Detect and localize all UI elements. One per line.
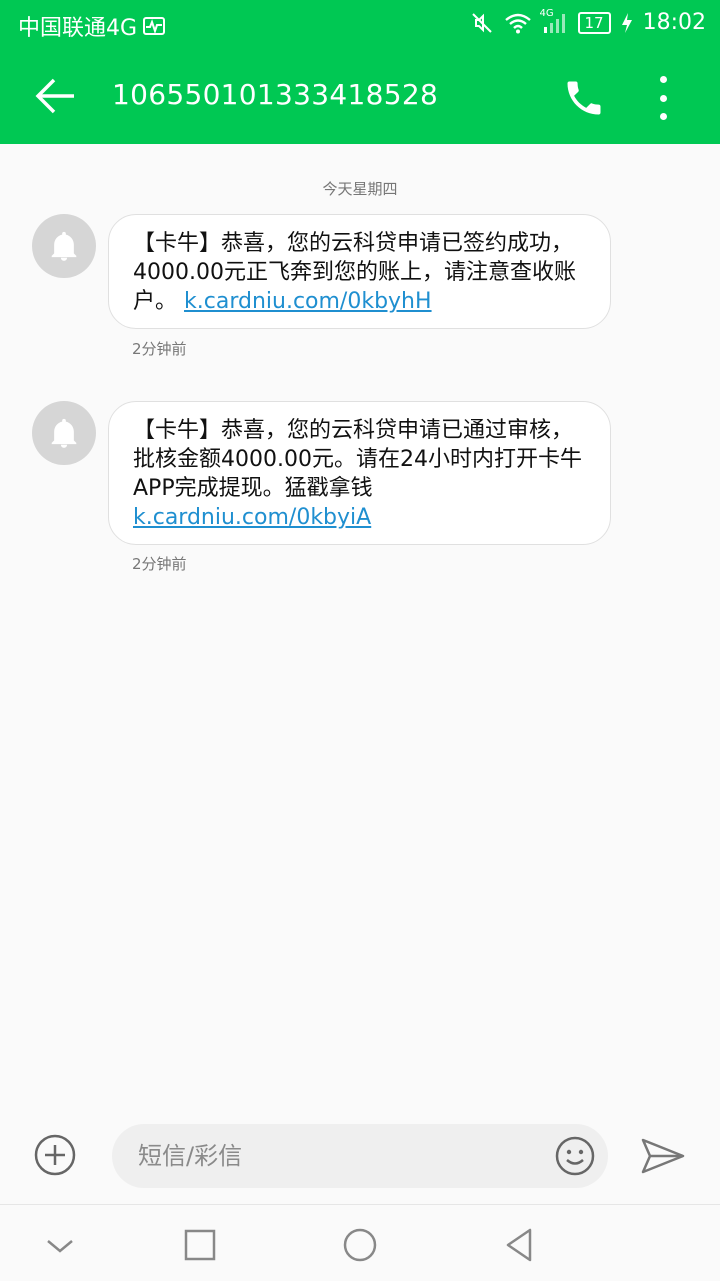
wifi-icon (504, 13, 531, 33)
message-bubble[interactable]: 【卡牛】恭喜，您的云科贷申请已通过审核，批核金额4000.00元。请在24小时内… (108, 401, 611, 545)
charging-icon (621, 12, 632, 33)
message-link[interactable]: k.cardniu.com/0kbyiA (133, 505, 371, 530)
call-button[interactable] (562, 76, 606, 120)
message-timestamp: 2分钟前 (132, 340, 187, 358)
bell-icon (51, 418, 77, 448)
activity-icon (143, 17, 166, 35)
status-bar: 中国联通4G 4G 17 18:02 (0, 0, 720, 48)
square-icon (184, 1229, 216, 1261)
contact-number: 106550101333418528 (112, 78, 438, 111)
battery-indicator: 17 (577, 11, 611, 34)
date-separator: 今天星期四 (322, 180, 398, 198)
compose-bar (0, 1118, 720, 1202)
emoji-button[interactable] (554, 1135, 596, 1177)
chevron-down-icon (47, 1240, 73, 1253)
clock: 18:02 (642, 10, 706, 35)
add-attachment-button[interactable] (34, 1134, 76, 1176)
arrow-left-icon (35, 78, 74, 114)
message-bubble[interactable]: 【卡牛】恭喜，您的云科贷申请已签约成功，4000.00元正飞奔到您的账上，请注意… (108, 214, 611, 329)
back-button[interactable] (34, 76, 78, 116)
network-type-label: 4G (539, 7, 554, 19)
nav-home-button[interactable] (340, 1225, 380, 1265)
navigation-bar (0, 1204, 720, 1281)
phone-icon (567, 81, 601, 115)
message-input-container (112, 1124, 608, 1188)
bell-icon (51, 231, 77, 261)
circle-icon (343, 1228, 377, 1262)
app-bar: 106550101333418528 (0, 48, 720, 144)
nav-hide-button[interactable] (40, 1225, 80, 1265)
more-vert-icon (659, 76, 667, 83)
more-vert-icon-dot (659, 94, 667, 102)
message-input[interactable] (136, 1141, 540, 1171)
send-button[interactable] (640, 1136, 686, 1176)
more-options-button[interactable] (650, 76, 676, 120)
sender-avatar[interactable] (32, 401, 96, 465)
message-text: 【卡牛】恭喜，您的云科贷申请已通过审核，批核金额4000.00元。请在24小时内… (133, 418, 582, 501)
nav-back-button[interactable] (500, 1225, 540, 1265)
nav-recents-button[interactable] (180, 1225, 220, 1265)
carrier-label: 中国联通4G (18, 16, 138, 41)
triangle-back-icon (506, 1228, 532, 1262)
mute-icon (471, 12, 492, 33)
message-timestamp: 2分钟前 (132, 555, 187, 573)
plus-circle-icon (34, 1134, 76, 1176)
sender-avatar[interactable] (32, 214, 96, 278)
contact-number-text: 106550101333418528 (112, 78, 439, 111)
smiley-icon (555, 1136, 595, 1176)
more-vert-icon-dot (659, 113, 667, 120)
message-link[interactable]: k.cardniu.com/0kbyhH (184, 289, 432, 314)
send-icon (641, 1138, 685, 1174)
